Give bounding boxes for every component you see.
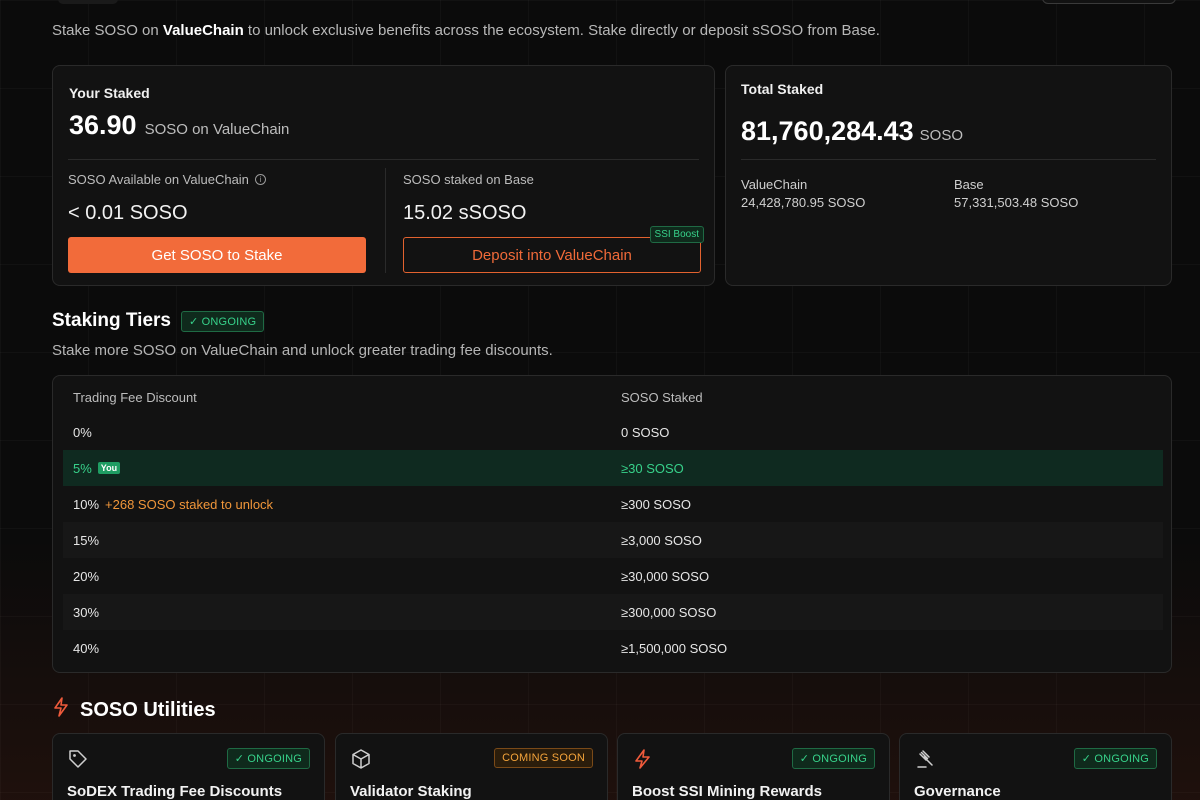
ssi-boost-badge: SSI Boost xyxy=(649,226,704,243)
total-staked-title: Total Staked xyxy=(741,81,824,97)
intro-suffix: to unlock exclusive benefits across the … xyxy=(243,22,880,39)
row-discount-cell: 10% +268 SOSO staked to unlock xyxy=(73,497,273,512)
column-header-discount: Trading Fee Discount xyxy=(73,390,197,405)
table-row: 10% +268 SOSO staked to unlock ≥300 SOSO xyxy=(63,486,1163,522)
row-staked: ≥3,000 SOSO xyxy=(621,532,702,548)
base-label: Base xyxy=(954,177,984,192)
total-staked-amount: 81,760,284.43 xyxy=(741,116,914,146)
table-row-current: 5% You ≥30 SOSO xyxy=(63,450,1163,486)
cube-icon xyxy=(350,748,372,770)
row-discount: 40% xyxy=(73,640,100,656)
row-discount: 0% xyxy=(73,424,92,440)
unlock-note: +268 SOSO staked to unlock xyxy=(105,496,274,512)
your-staked-amount: 36.90 xyxy=(69,110,137,140)
status-badge: ✓ ONGOING xyxy=(791,748,875,769)
status-badge: ✓ ONGOING xyxy=(1073,748,1157,769)
deposit-button-label: Deposit into ValueChain xyxy=(472,246,632,264)
base-staked-value: 15.02 sSOSO xyxy=(403,202,527,224)
deposit-button[interactable]: Deposit into ValueChain SSI Boost xyxy=(403,226,704,273)
info-icon[interactable]: i xyxy=(254,174,266,185)
status-badge: ✓ ONGOING xyxy=(180,310,265,332)
available-label-text: SOSO Available on ValueChain xyxy=(68,172,249,187)
divider-vertical xyxy=(385,168,386,273)
table-row: 0% 0 SOSO xyxy=(63,414,1163,450)
utility-name: Governance xyxy=(914,783,1001,800)
status-badge: COMING SOON xyxy=(494,748,593,768)
staking-tiers-table: Trading Fee Discount SOSO Staked 0% 0 SO… xyxy=(52,375,1172,673)
total-staked-card: Total Staked 81,760,284.43 SOSO ValueCha… xyxy=(725,65,1172,286)
available-label: SOSO Available on ValueChain i xyxy=(68,172,266,187)
divider xyxy=(741,159,1156,160)
total-staked-value: 81,760,284.43 SOSO xyxy=(741,116,963,147)
table-row: 15% ≥3,000 SOSO xyxy=(63,522,1163,558)
utility-name: Boost SSI Mining Rewards xyxy=(632,783,823,800)
row-staked: ≥1,500,000 SOSO xyxy=(621,640,728,656)
header-button-stub[interactable] xyxy=(1042,0,1176,4)
utility-name: SoDEX Trading Fee Discounts xyxy=(67,783,283,800)
intro-chain-name: ValueChain xyxy=(162,22,244,39)
available-value: < 0.01 SOSO xyxy=(68,202,188,224)
gavel-icon xyxy=(914,748,936,770)
row-staked: ≥30,000 SOSO xyxy=(621,568,710,584)
row-staked: 0 SOSO xyxy=(621,424,670,440)
utility-name: Validator Staking xyxy=(350,783,472,800)
your-staked-value: 36.90 SOSO on ValueChain xyxy=(69,110,289,141)
header-logo-stub xyxy=(58,0,118,4)
utility-card-validator-staking[interactable]: COMING SOON Validator Staking xyxy=(335,733,608,800)
table-row: 30% ≥300,000 SOSO xyxy=(63,594,1163,630)
utility-card-ssi-mining[interactable]: ✓ ONGOING Boost SSI Mining Rewards xyxy=(617,733,890,800)
divider xyxy=(68,159,699,160)
bolt-icon xyxy=(632,748,654,770)
you-badge: You xyxy=(97,462,121,474)
staking-tiers-title: Staking Tiers xyxy=(52,310,171,331)
row-discount-cell: 5% You xyxy=(73,460,121,476)
total-staked-unit: SOSO xyxy=(919,127,964,144)
get-soso-button[interactable]: Get SOSO to Stake xyxy=(68,237,366,273)
utilities-title: SOSO Utilities xyxy=(80,698,216,721)
table-row: 20% ≥30,000 SOSO xyxy=(63,558,1163,594)
row-staked: ≥300 SOSO xyxy=(621,496,692,512)
row-discount: 15% xyxy=(73,532,100,548)
table-row: 40% ≥1,500,000 SOSO xyxy=(63,630,1163,666)
base-staked-label: SOSO staked on Base xyxy=(403,172,534,187)
bolt-icon xyxy=(52,697,70,723)
row-discount: 5% xyxy=(73,460,92,476)
staking-tiers-subtitle: Stake more SOSO on ValueChain and unlock… xyxy=(52,342,553,359)
page-intro: Stake SOSO on ValueChain to unlock exclu… xyxy=(52,22,880,39)
your-staked-title: Your Staked xyxy=(69,85,150,101)
row-staked: ≥300,000 SOSO xyxy=(621,604,717,620)
your-staked-unit: SOSO on ValueChain xyxy=(144,121,290,138)
row-discount: 30% xyxy=(73,604,100,620)
status-badge: ✓ ONGOING xyxy=(226,748,310,769)
column-header-staked: SOSO Staked xyxy=(621,390,703,405)
utility-card-governance[interactable]: ✓ ONGOING Governance xyxy=(899,733,1172,800)
row-discount: 10% xyxy=(73,496,100,512)
utilities-heading: SOSO Utilities xyxy=(52,697,216,723)
intro-prefix: Stake SOSO on xyxy=(52,22,163,39)
row-discount: 20% xyxy=(73,568,100,584)
valuechain-label: ValueChain xyxy=(741,177,808,192)
valuechain-value: 24,428,780.95 SOSO xyxy=(741,195,866,210)
row-staked: ≥30 SOSO xyxy=(621,460,684,476)
your-staked-card: Your Staked 36.90 SOSO on ValueChain SOS… xyxy=(52,65,715,286)
tag-icon xyxy=(67,748,89,770)
base-value: 57,331,503.48 SOSO xyxy=(954,195,1079,210)
staking-tiers-heading: Staking Tiers ✓ ONGOING xyxy=(52,310,265,332)
utility-card-fee-discounts[interactable]: ✓ ONGOING SoDEX Trading Fee Discounts xyxy=(52,733,325,800)
